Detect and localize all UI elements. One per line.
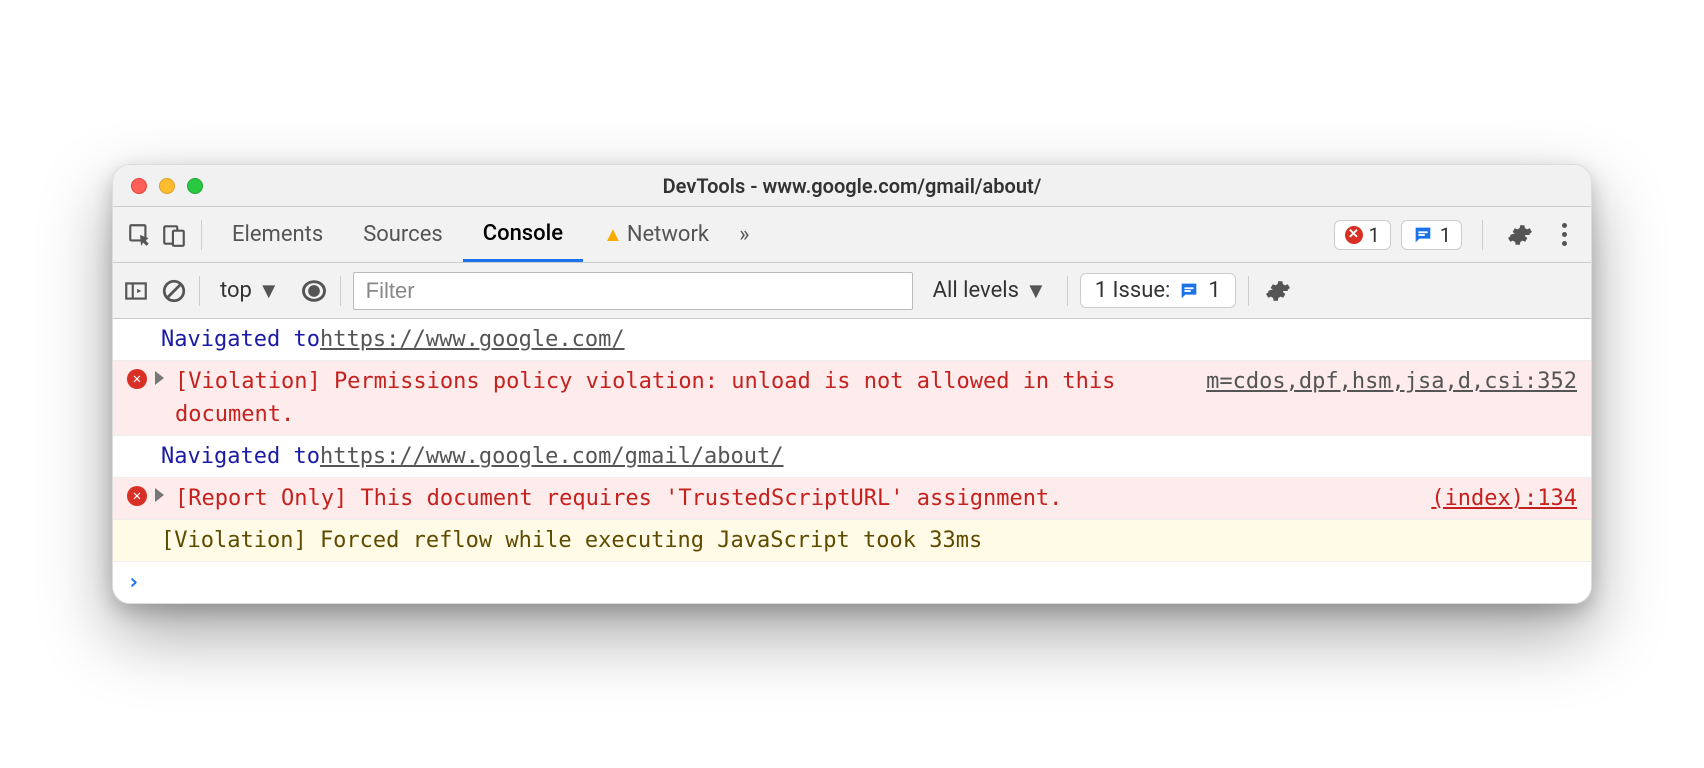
- devtools-window: DevTools - www.google.com/gmail/about/ E…: [112, 164, 1592, 604]
- chevron-down-icon: ▼: [1025, 278, 1047, 304]
- log-row-navigation: Navigated to https://www.google.com/: [113, 319, 1591, 361]
- expand-icon[interactable]: [155, 371, 164, 385]
- error-message: [Violation] Permissions policy violation…: [175, 365, 1186, 431]
- nav-prefix: Navigated to: [161, 323, 320, 356]
- console-toolbar: top ▼ All levels ▼ 1 Issue: 1: [113, 263, 1591, 319]
- error-message: [Report Only] This document requires 'Tr…: [175, 482, 1411, 515]
- issues-button[interactable]: 1 Issue: 1: [1080, 273, 1236, 308]
- tab-elements[interactable]: Elements: [212, 207, 343, 262]
- warning-icon: ▲: [603, 222, 623, 247]
- nav-url[interactable]: https://www.google.com/gmail/about/: [320, 440, 784, 473]
- kebab-menu-icon[interactable]: [1547, 218, 1581, 252]
- error-source-link[interactable]: m=cdos,dpf,hsm,jsa,d,csi:352: [1206, 365, 1577, 431]
- tab-network-label: Network: [627, 222, 709, 247]
- nav-url[interactable]: https://www.google.com/: [320, 323, 625, 356]
- expand-icon[interactable]: [155, 488, 164, 502]
- error-icon: ✕: [127, 486, 147, 506]
- message-icon: [1178, 280, 1200, 302]
- tab-sources[interactable]: Sources: [343, 207, 463, 262]
- window-title: DevTools - www.google.com/gmail/about/: [113, 174, 1591, 198]
- message-count: 1: [1440, 223, 1451, 247]
- device-toggle-icon[interactable]: [157, 218, 191, 252]
- settings-icon[interactable]: [1503, 218, 1537, 252]
- log-row-error[interactable]: ✕ [Violation] Permissions policy violati…: [113, 361, 1591, 436]
- tabbar-right-tools: ✕ 1 1: [1334, 218, 1582, 252]
- sidebar-toggle-icon[interactable]: [123, 278, 149, 304]
- console-output: Navigated to https://www.google.com/ ✕ […: [113, 319, 1591, 603]
- main-tabbar: Elements Sources Console ▲ Network » ✕ 1…: [113, 207, 1591, 263]
- tab-console[interactable]: Console: [463, 207, 583, 262]
- console-prompt[interactable]: ›: [113, 562, 1591, 603]
- error-icon: ✕: [1345, 226, 1363, 244]
- console-settings-icon[interactable]: [1265, 278, 1291, 304]
- log-row-navigation: Navigated to https://www.google.com/gmai…: [113, 436, 1591, 478]
- titlebar: DevTools - www.google.com/gmail/about/: [113, 165, 1591, 207]
- error-icon: ✕: [127, 369, 147, 389]
- error-count-badge[interactable]: ✕ 1: [1334, 220, 1391, 250]
- prompt-caret: ›: [127, 570, 140, 595]
- log-levels-selector[interactable]: All levels ▼: [925, 278, 1055, 304]
- violation-message: [Violation] Forced reflow while executin…: [161, 524, 982, 557]
- log-row-error[interactable]: ✕ [Report Only] This document requires '…: [113, 478, 1591, 520]
- error-source-link[interactable]: (index):134: [1431, 482, 1577, 515]
- log-row-violation: [Violation] Forced reflow while executin…: [113, 520, 1591, 562]
- issues-label: 1 Issue:: [1095, 278, 1171, 303]
- filter-input[interactable]: [353, 272, 913, 310]
- error-count: 1: [1369, 223, 1380, 247]
- message-icon: [1412, 224, 1434, 246]
- message-count-badge[interactable]: 1: [1401, 220, 1462, 250]
- live-expression-icon[interactable]: [300, 277, 328, 305]
- context-selector[interactable]: top ▼: [212, 278, 288, 304]
- issues-count: 1: [1208, 278, 1220, 303]
- inspect-icon[interactable]: [123, 218, 157, 252]
- tabs-overflow[interactable]: »: [729, 207, 759, 262]
- context-label: top: [220, 278, 252, 303]
- nav-prefix: Navigated to: [161, 440, 320, 473]
- tab-network[interactable]: ▲ Network: [583, 207, 729, 262]
- clear-console-icon[interactable]: [161, 278, 187, 304]
- levels-label: All levels: [933, 278, 1019, 303]
- chevron-down-icon: ▼: [258, 278, 280, 304]
